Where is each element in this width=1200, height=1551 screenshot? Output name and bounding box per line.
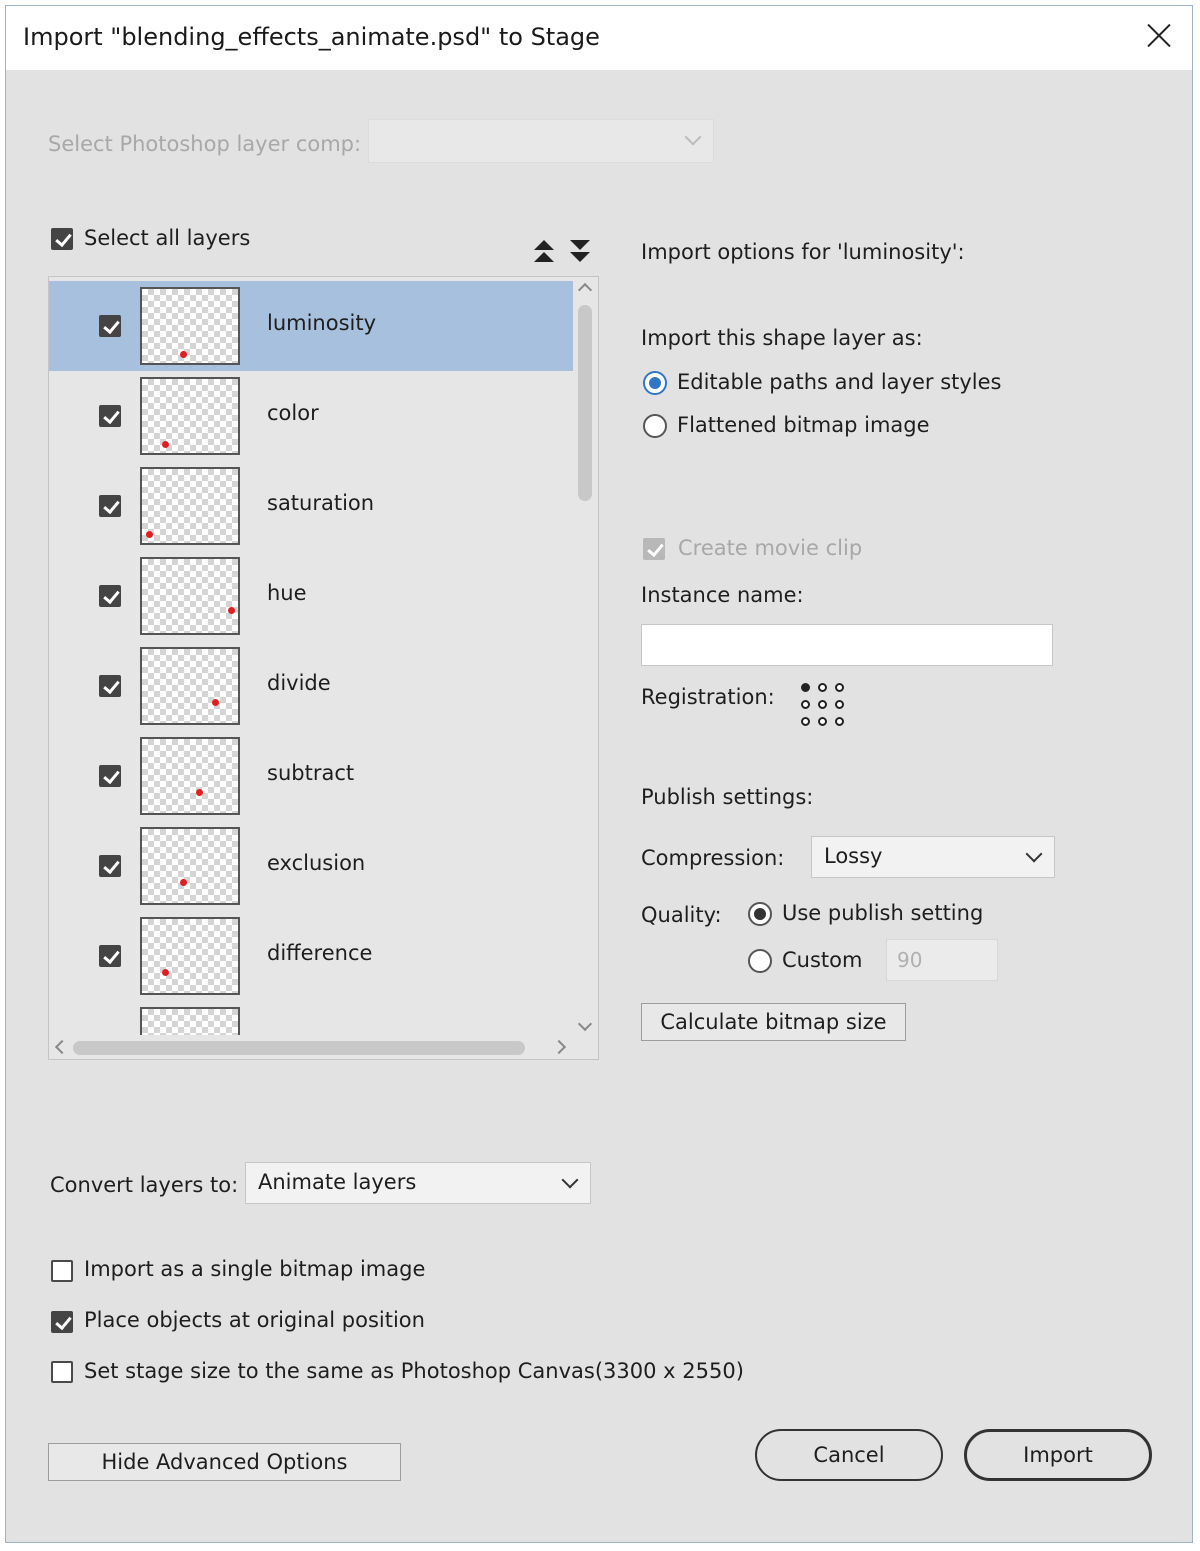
layer-row-difference[interactable]: difference: [49, 911, 573, 1001]
layer-thumbnail: [140, 827, 240, 905]
stage-size-checkbox[interactable]: [51, 1361, 73, 1383]
publish-settings-label: Publish settings:: [641, 785, 814, 809]
layer-thumbnail: [140, 557, 240, 635]
move-to-bottom-icon[interactable]: [569, 240, 591, 266]
single-bitmap-checkbox[interactable]: [51, 1260, 73, 1282]
select-all-label: Select all layers: [84, 226, 251, 250]
scroll-up-icon[interactable]: [577, 282, 593, 298]
layer-checkbox[interactable]: [99, 945, 121, 967]
layer-row-subtract[interactable]: subtract: [49, 731, 573, 821]
layer-row-exclusion[interactable]: exclusion: [49, 821, 573, 911]
vertical-scroll-thumb[interactable]: [578, 305, 592, 501]
layers-list[interactable]: luminosity color saturation hue divide s…: [48, 276, 599, 1060]
layer-checkbox[interactable]: [99, 495, 121, 517]
calculate-bitmap-size-button[interactable]: Calculate bitmap size: [641, 1003, 906, 1041]
import-options-heading: Import options for 'luminosity':: [641, 240, 965, 264]
title-bar: Import "blending_effects_animate.psd" to…: [6, 6, 1192, 70]
custom-quality-radio[interactable]: [748, 949, 772, 973]
convert-layers-select[interactable]: Animate layers: [245, 1162, 591, 1204]
import-dialog: Import "blending_effects_animate.psd" to…: [5, 5, 1193, 1543]
layer-thumbnail: [140, 377, 240, 455]
convert-layers-label: Convert layers to:: [50, 1173, 239, 1197]
instance-name-label: Instance name:: [641, 583, 804, 607]
layer-checkbox[interactable]: [99, 405, 121, 427]
move-to-top-icon[interactable]: [533, 240, 555, 266]
select-all-checkbox[interactable]: [51, 228, 73, 250]
layer-thumbnail: [140, 647, 240, 725]
chevron-down-icon: [561, 1171, 579, 1189]
flattened-bitmap-radio[interactable]: [643, 414, 667, 438]
stage-size-label: Set stage size to the same as Photoshop …: [84, 1359, 744, 1383]
layer-thumbnail: [140, 917, 240, 995]
layer-checkbox[interactable]: [99, 765, 121, 787]
layer-name: divide: [267, 671, 331, 695]
editable-paths-radio[interactable]: [643, 371, 667, 395]
layer-comp-label: Select Photoshop layer comp:: [48, 132, 362, 156]
layer-name: luminosity: [267, 311, 377, 335]
registration-label: Registration:: [641, 685, 775, 709]
chevron-down-icon: [684, 128, 702, 146]
layer-row-saturation[interactable]: saturation: [49, 461, 573, 551]
registration-grid-icon[interactable]: [801, 683, 845, 727]
layer-comp-select[interactable]: [368, 119, 714, 163]
close-icon[interactable]: [1144, 20, 1174, 50]
cancel-button[interactable]: Cancel: [755, 1429, 943, 1481]
horizontal-scrollbar[interactable]: [49, 1035, 598, 1059]
layer-row-hue[interactable]: hue: [49, 551, 573, 641]
chevron-down-icon: [1025, 845, 1043, 863]
layer-checkbox[interactable]: [99, 585, 121, 607]
single-bitmap-label: Import as a single bitmap image: [84, 1257, 426, 1281]
compression-select[interactable]: Lossy: [811, 836, 1055, 878]
layer-name: saturation: [267, 491, 375, 515]
shape-layer-label: Import this shape layer as:: [641, 326, 923, 350]
layer-row-luminosity[interactable]: luminosity: [49, 281, 573, 371]
custom-quality-label: Custom: [782, 948, 863, 972]
layer-name: exclusion: [267, 851, 366, 875]
original-position-label: Place objects at original position: [84, 1308, 425, 1332]
layer-name: hue: [267, 581, 307, 605]
layer-thumbnail: [140, 737, 240, 815]
use-publish-setting-radio[interactable]: [748, 902, 772, 926]
editable-paths-label: Editable paths and layer styles: [677, 370, 1002, 394]
quality-label: Quality:: [641, 903, 722, 927]
layer-checkbox[interactable]: [99, 315, 121, 337]
scroll-left-icon[interactable]: [54, 1039, 70, 1055]
layer-row-color[interactable]: color: [49, 371, 573, 461]
layer-checkbox[interactable]: [99, 675, 121, 697]
flattened-bitmap-label: Flattened bitmap image: [677, 413, 930, 437]
hide-advanced-options-button[interactable]: Hide Advanced Options: [48, 1443, 401, 1481]
import-button[interactable]: Import: [964, 1429, 1152, 1481]
scroll-right-icon[interactable]: [551, 1039, 567, 1055]
layer-thumbnail: [140, 467, 240, 545]
use-publish-setting-label: Use publish setting: [782, 901, 984, 925]
original-position-checkbox[interactable]: [51, 1311, 73, 1333]
custom-quality-input[interactable]: 90: [886, 939, 998, 981]
vertical-scrollbar[interactable]: [574, 277, 598, 1037]
compression-label: Compression:: [641, 846, 785, 870]
layer-checkbox[interactable]: [99, 855, 121, 877]
layer-name: subtract: [267, 761, 355, 785]
layer-name: color: [267, 401, 319, 425]
layer-name: difference: [267, 941, 373, 965]
create-movie-clip-checkbox[interactable]: [643, 538, 665, 560]
scroll-down-icon[interactable]: [577, 1016, 593, 1032]
instance-name-input[interactable]: [641, 624, 1053, 666]
layer-thumbnail: [140, 287, 240, 365]
horizontal-scroll-thumb[interactable]: [73, 1041, 525, 1055]
layer-row-divide[interactable]: divide: [49, 641, 573, 731]
create-movie-clip-label: Create movie clip: [678, 536, 863, 560]
dialog-title: Import "blending_effects_animate.psd" to…: [23, 23, 600, 51]
